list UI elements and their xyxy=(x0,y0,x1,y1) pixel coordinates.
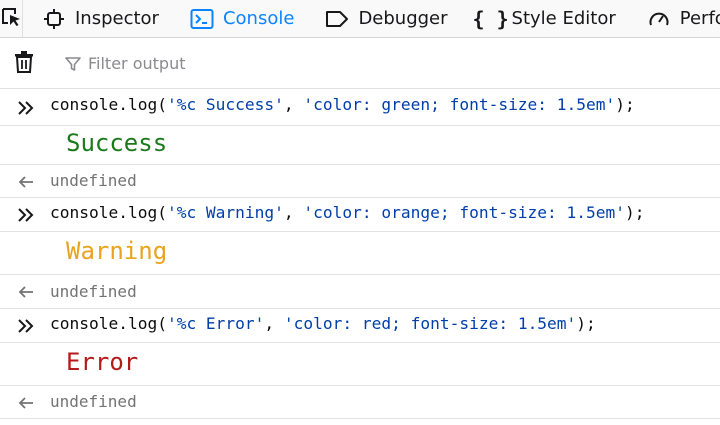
log-output-error: Error xyxy=(66,348,139,376)
console-input-row[interactable]: console.log('%c Warning', 'color: orange… xyxy=(0,199,720,232)
debugger-icon xyxy=(324,6,350,32)
input-prompt-icon xyxy=(14,315,38,337)
console-filter-bar xyxy=(0,39,720,89)
command-fn: console.log( xyxy=(50,314,167,333)
command-sep: , xyxy=(264,314,284,333)
input-prompt-icon xyxy=(14,204,38,226)
tab-label: Perfor xyxy=(679,8,720,29)
result-value: undefined xyxy=(50,171,137,190)
result-arrow-icon xyxy=(14,171,38,193)
filter-output-input[interactable] xyxy=(88,54,508,73)
console-log-row: Error xyxy=(0,344,720,386)
command-end: ); xyxy=(576,314,596,333)
filter-icon xyxy=(64,55,82,73)
log-output-success: Success xyxy=(66,129,168,157)
performance-icon xyxy=(646,6,672,32)
command-fn: console.log( xyxy=(50,95,167,114)
console-command: console.log('%c Warning', 'color: orange… xyxy=(50,203,645,222)
console-icon xyxy=(189,6,215,32)
command-sep: , xyxy=(283,95,304,114)
input-prompt-icon xyxy=(14,97,38,119)
console-input-row[interactable]: console.log('%c Error', 'color: red; fon… xyxy=(0,310,720,343)
command-style-arg: 'color: orange; font-size: 1.5em' xyxy=(303,203,626,222)
element-picker-icon xyxy=(0,6,22,32)
console-log-row: Success xyxy=(0,127,720,165)
command-sep: , xyxy=(283,203,304,222)
style-editor-icon: { } xyxy=(472,6,509,31)
command-arg: '%c Error' xyxy=(166,314,265,333)
tab-inspector[interactable]: Inspector xyxy=(23,0,171,37)
tab-performance[interactable]: Perfor xyxy=(628,0,720,37)
element-picker-button[interactable] xyxy=(0,0,23,37)
command-end: ); xyxy=(625,203,645,222)
console-command: console.log('%c Success', 'color: green;… xyxy=(50,95,635,114)
result-arrow-icon xyxy=(14,392,38,414)
tab-label: Debugger xyxy=(358,8,448,29)
tab-label: Console xyxy=(222,8,295,29)
command-style-arg: 'color: green; font-size: 1.5em' xyxy=(303,95,616,114)
inspector-icon xyxy=(41,6,67,32)
command-style-arg: 'color: red; font-size: 1.5em' xyxy=(283,314,577,333)
command-fn: console.log( xyxy=(50,203,167,222)
tab-label: Inspector xyxy=(75,8,159,29)
console-result-row: undefined xyxy=(0,387,720,419)
filter-output-field[interactable] xyxy=(64,48,564,80)
command-end: ); xyxy=(615,95,635,114)
console-command: console.log('%c Error', 'color: red; fon… xyxy=(50,314,596,333)
log-output-warning: Warning xyxy=(66,237,168,265)
command-arg: '%c Success' xyxy=(166,95,284,114)
devtools-toolbar: Inspector Console Debugger { } Style Edi… xyxy=(0,0,720,38)
result-value: undefined xyxy=(50,282,137,301)
tab-label: Style Editor xyxy=(511,8,616,29)
command-arg: '%c Warning' xyxy=(166,203,284,222)
tab-console[interactable]: Console xyxy=(171,0,306,37)
trash-icon xyxy=(13,50,35,78)
console-input-row[interactable]: console.log('%c Success', 'color: green;… xyxy=(0,90,720,126)
result-arrow-icon xyxy=(14,281,38,303)
console-log-row: Warning xyxy=(0,233,720,275)
clear-console-button[interactable] xyxy=(0,39,48,89)
console-result-row: undefined xyxy=(0,276,720,309)
console-result-row: undefined xyxy=(0,166,720,198)
tab-debugger[interactable]: Debugger xyxy=(306,0,459,37)
tab-style-editor[interactable]: { } Style Editor xyxy=(460,0,628,37)
result-value: undefined xyxy=(50,392,137,411)
